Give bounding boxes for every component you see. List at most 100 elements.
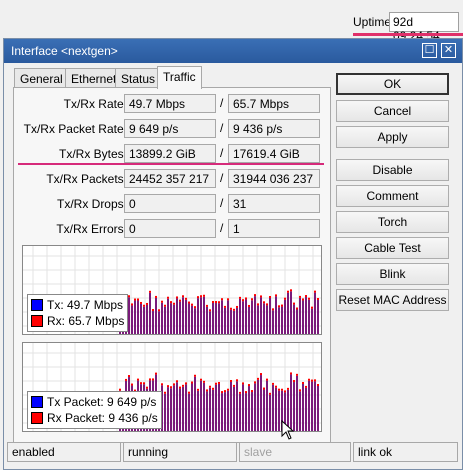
traffic-bar bbox=[257, 379, 259, 431]
ok-button[interactable]: OK bbox=[336, 73, 449, 95]
traffic-bar-tip bbox=[227, 388, 229, 391]
traffic-bar bbox=[251, 392, 253, 431]
traffic-bar-tip bbox=[218, 381, 220, 384]
traffic-bar bbox=[260, 375, 262, 431]
field-row: Tx/Rx Packet Rate: 9 649 p/s / 9 436 p/s bbox=[14, 119, 332, 139]
traffic-bar-tip bbox=[167, 385, 169, 388]
traffic-bar-tip bbox=[137, 378, 139, 381]
traffic-bar bbox=[302, 300, 304, 334]
traffic-bar-tip bbox=[203, 380, 205, 383]
traffic-bar bbox=[227, 300, 229, 334]
traffic-bar-tip bbox=[170, 301, 172, 304]
traffic-bar bbox=[284, 299, 286, 334]
tx-value: 0 bbox=[124, 219, 216, 238]
traffic-bar bbox=[317, 385, 319, 431]
cable-test-button[interactable]: Cable Test bbox=[336, 237, 449, 259]
traffic-bar-tip bbox=[185, 297, 187, 300]
traffic-bar-tip bbox=[314, 379, 316, 382]
traffic-bar-tip bbox=[188, 301, 190, 304]
traffic-bar bbox=[257, 305, 259, 334]
tab-ethernet[interactable]: Ethernet bbox=[65, 68, 123, 88]
traffic-bar bbox=[182, 297, 184, 334]
tab-status[interactable]: Status bbox=[115, 68, 162, 88]
traffic-bar bbox=[308, 299, 310, 334]
traffic-bar-tip bbox=[188, 391, 190, 394]
reset-mac-address-button[interactable]: Reset MAC Address bbox=[336, 289, 449, 311]
traffic-bar-tip bbox=[245, 391, 247, 394]
traffic-bar bbox=[254, 383, 256, 431]
traffic-bar bbox=[233, 310, 235, 334]
status-link: link ok bbox=[353, 442, 458, 462]
traffic-bar bbox=[170, 388, 172, 431]
tab-traffic[interactable]: Traffic bbox=[157, 66, 202, 89]
tx-swatch bbox=[31, 299, 43, 311]
traffic-bar bbox=[221, 393, 223, 431]
traffic-bar-tip bbox=[173, 302, 175, 305]
traffic-bar-tip bbox=[308, 297, 310, 300]
field-label: Tx/Rx Errors: bbox=[56, 222, 127, 236]
traffic-bar bbox=[266, 305, 268, 334]
traffic-bar-tip bbox=[287, 290, 289, 293]
traffic-bar-tip bbox=[239, 296, 241, 299]
rx-value: 1 bbox=[228, 219, 320, 238]
traffic-bar-tip bbox=[185, 382, 187, 385]
traffic-graph: Tx: 49.7 Mbps Rx: 65.7 Mbps bbox=[22, 245, 322, 335]
traffic-bar-tip bbox=[155, 372, 157, 375]
traffic-bar-tip bbox=[206, 389, 208, 392]
traffic-bar bbox=[143, 306, 145, 334]
rx-value: 9 436 p/s bbox=[228, 119, 320, 138]
traffic-bar bbox=[215, 384, 217, 431]
traffic-bar-tip bbox=[266, 378, 268, 381]
traffic-bar-tip bbox=[242, 382, 244, 385]
traffic-bar-tip bbox=[197, 388, 199, 391]
rx-value: 17619.4 GiB bbox=[228, 144, 320, 163]
legend-label: Rx Packet: 9 436 p/s bbox=[47, 411, 158, 425]
traffic-bar-tip bbox=[128, 375, 130, 378]
status-bar: enabled running slave link ok bbox=[3, 442, 459, 462]
traffic-bar-tip bbox=[200, 295, 202, 298]
traffic-bar bbox=[221, 300, 223, 334]
separator: / bbox=[220, 171, 224, 185]
traffic-bar-tip bbox=[215, 382, 217, 385]
traffic-bar-tip bbox=[140, 301, 142, 304]
traffic-bar bbox=[218, 303, 220, 334]
traffic-bar bbox=[200, 380, 202, 431]
maximize-icon[interactable]: ☐ bbox=[422, 43, 437, 58]
traffic-bar bbox=[194, 376, 196, 431]
traffic-bar bbox=[230, 381, 232, 431]
cancel-button[interactable]: Cancel bbox=[336, 100, 449, 122]
interface-window: Interface <nextgen> ☐ ✕ General Ethernet… bbox=[3, 38, 463, 470]
traffic-bar-tip bbox=[260, 373, 262, 376]
traffic-bar-tip bbox=[299, 389, 301, 392]
traffic-bar bbox=[197, 390, 199, 431]
traffic-bar-tip bbox=[296, 373, 298, 376]
traffic-bar bbox=[254, 296, 256, 334]
traffic-bar-tip bbox=[293, 380, 295, 383]
traffic-bar bbox=[206, 306, 208, 334]
apply-button[interactable]: Apply bbox=[336, 126, 449, 148]
traffic-bar-tip bbox=[164, 304, 166, 307]
traffic-bar-tip bbox=[269, 296, 271, 299]
disable-button[interactable]: Disable bbox=[336, 159, 449, 181]
traffic-bar-tip bbox=[149, 290, 151, 293]
field-label: Tx/Rx Drops: bbox=[56, 197, 127, 211]
torch-button[interactable]: Torch bbox=[336, 211, 449, 233]
traffic-bar bbox=[275, 296, 277, 334]
traffic-bar-tip bbox=[176, 296, 178, 299]
close-icon[interactable]: ✕ bbox=[441, 43, 456, 58]
traffic-bar bbox=[314, 381, 316, 431]
comment-button[interactable]: Comment bbox=[336, 185, 449, 207]
traffic-bar-tip bbox=[179, 299, 181, 302]
traffic-bar-tip bbox=[194, 306, 196, 309]
traffic-bar-tip bbox=[239, 391, 241, 394]
traffic-bar-tip bbox=[161, 383, 163, 386]
traffic-bar bbox=[269, 298, 271, 334]
tab-general[interactable]: General bbox=[14, 68, 69, 88]
traffic-bar bbox=[146, 304, 148, 334]
traffic-bar-tip bbox=[272, 382, 274, 385]
traffic-bar-tip bbox=[143, 304, 145, 307]
traffic-bar bbox=[278, 307, 280, 334]
rx-value: 31944 036 237 bbox=[228, 169, 320, 188]
title-bar[interactable]: Interface <nextgen> ☐ ✕ bbox=[4, 39, 462, 63]
blink-button[interactable]: Blink bbox=[336, 263, 449, 285]
